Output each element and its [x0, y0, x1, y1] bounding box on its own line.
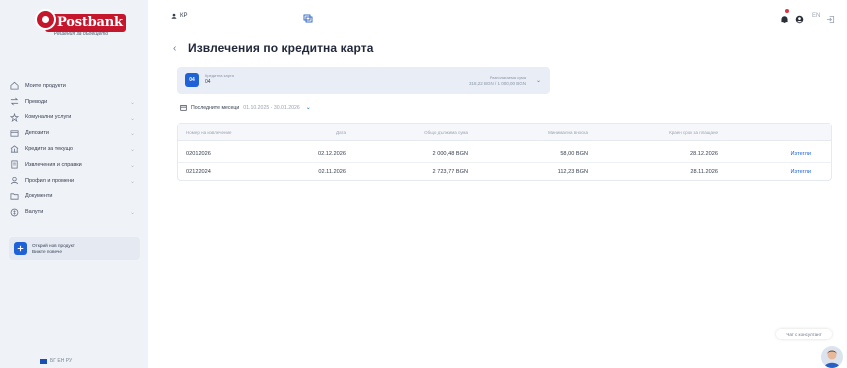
card-icon: 04	[185, 73, 199, 87]
download-link[interactable]: Изтегли	[790, 145, 811, 162]
sidebar-item-label: Извлечения и справки	[25, 161, 82, 168]
column-header: Общо дължима сума	[424, 129, 468, 135]
credit-icon	[9, 144, 20, 155]
column-header: Дата	[336, 129, 346, 135]
sidebar-item-transfers[interactable]: Преводи ⌄	[9, 94, 141, 110]
chevron-down-icon: ⌄	[129, 162, 135, 169]
home-icon	[9, 80, 20, 91]
flag-icon	[40, 358, 47, 364]
switch-profile-button[interactable]	[303, 10, 313, 28]
utility-icon	[9, 112, 20, 123]
account-icon	[795, 15, 804, 24]
table-row[interactable]: 02012026 02.12.2026 2 000,48 BGN 58,00 B…	[178, 145, 831, 163]
sidebar-item-label: Моите продукти	[25, 82, 66, 89]
logo-mark-icon	[35, 9, 56, 30]
period-filter[interactable]: Последните месеци 01.10.2025 - 30.01.202…	[180, 104, 311, 111]
notifications-button[interactable]	[780, 11, 789, 29]
sidebar-nav: Моите продукти Преводи ⌄ Комунални услуг…	[9, 78, 141, 220]
chat-avatar[interactable]	[821, 346, 843, 368]
chevron-down-icon: ⌄	[129, 131, 135, 138]
language-footer[interactable]: БГ ЕН РУ	[40, 358, 72, 364]
sidebar-item-statements[interactable]: Извлечения и справки ⌄	[9, 157, 141, 173]
sidebar-item-utilities[interactable]: Комунални услуги ⌄	[9, 110, 141, 126]
statements-table: Номер на извлечение Дата Общо дължима су…	[177, 123, 832, 181]
chevron-down-icon: ⌄	[129, 147, 135, 154]
total-due: 2 723,77 BGN	[432, 169, 468, 175]
sidebar-item-profile[interactable]: Профил и промени ⌄	[9, 173, 141, 189]
bell-icon	[781, 16, 788, 24]
chevron-down-icon: ⌄	[305, 105, 311, 111]
sidebar-item-credits[interactable]: Кредити за текущо ⌄	[9, 141, 141, 157]
switch-icon	[303, 14, 313, 23]
sidebar-item-label: Депозити	[25, 130, 49, 137]
chevron-down-icon: ⌄	[535, 78, 541, 84]
column-header: Краен срок за плащане	[669, 129, 718, 135]
sidebar-item-currency[interactable]: Валути ⌄	[9, 204, 141, 220]
column-header: Номер на извлечение	[186, 129, 232, 135]
card-label: Кредитна карта	[205, 73, 234, 78]
minimum-payment: 58,00 BGN	[560, 150, 588, 157]
due-date: 28.12.2026	[690, 150, 718, 157]
logout-icon	[826, 15, 835, 24]
notification-badge	[785, 9, 789, 13]
logo-tagline: Решения за бъдещето	[53, 31, 109, 37]
transfer-icon	[9, 96, 20, 107]
chat-prompt[interactable]: Чат с консултант	[776, 329, 832, 339]
card-selector[interactable]: 04 Кредитна карта 04 Разполагаема сума 3…	[177, 67, 550, 94]
sidebar-item-label: Кредити за текущо	[25, 146, 73, 153]
period-label: Последните месеци	[191, 104, 240, 111]
page-title: Извлечения по кредитна карта	[188, 41, 374, 55]
logout-button[interactable]	[826, 11, 835, 29]
balance-value: 318,22 BGN / 1 000,00 BGN	[468, 81, 526, 86]
sidebar-item-label: Валути	[25, 209, 44, 216]
back-button[interactable]: ‹	[173, 43, 176, 54]
sidebar-item-label: Преводи	[25, 98, 48, 105]
chevron-down-icon: ⌄	[129, 115, 135, 122]
sidebar: Postbank Решения за бъдещето Моите проду…	[0, 0, 148, 368]
footer-text: БГ ЕН РУ	[50, 358, 73, 364]
minimum-payment: 112,23 BGN	[557, 169, 588, 175]
chevron-down-icon: ⌄	[129, 178, 135, 185]
sidebar-item-label: Профил и промени	[25, 177, 75, 184]
plus-icon	[14, 242, 27, 255]
sidebar-item-label: Документи	[25, 193, 53, 200]
deposit-icon	[9, 128, 20, 139]
chevron-down-icon: ⌄	[129, 210, 135, 217]
sidebar-item-my-products[interactable]: Моите продукти	[9, 78, 141, 94]
table-row[interactable]: 02122024 02.11.2026 2 723,77 BGN 112,23 …	[178, 163, 831, 181]
card-value: 04	[205, 79, 211, 85]
period-dates: 01.10.2025 - 30.01.2026	[243, 104, 300, 111]
promo-line-2: Вижте повече	[32, 248, 62, 254]
account-button[interactable]	[795, 11, 804, 29]
promo-text: Открий нов продукт Вижте повече	[32, 243, 75, 255]
due-date: 28.11.2026	[690, 169, 718, 175]
statement-date: 02.12.2026	[318, 150, 346, 157]
sidebar-item-label: Комунални услуги	[25, 114, 72, 121]
document-icon	[9, 191, 20, 202]
table-header: Номер на извлечение Дата Общо дължима су…	[178, 124, 831, 141]
user-initials: КР	[180, 13, 188, 19]
chevron-down-icon: ⌄	[129, 99, 135, 106]
promo-line-1: Открий нов продукт	[32, 242, 75, 248]
calendar-icon	[180, 105, 187, 111]
currency-icon	[9, 207, 20, 218]
language-switch[interactable]: EN	[812, 13, 820, 19]
statement-number: 02012026	[186, 150, 211, 157]
statement-icon	[9, 159, 20, 170]
balance-label: Разполагаема сума	[489, 75, 526, 80]
logo-text: Postbank	[57, 15, 123, 30]
total-due: 2 000,48 BGN	[432, 150, 468, 157]
user-menu[interactable]: КР	[171, 13, 188, 19]
user-icon	[171, 13, 177, 19]
download-link[interactable]: Изтегли	[790, 163, 811, 181]
column-header: Минимална вноска	[548, 129, 588, 135]
promo-banner[interactable]: Открий нов продукт Вижте повече	[9, 237, 140, 260]
sidebar-item-deposits[interactable]: Депозити ⌄	[9, 125, 141, 141]
statement-number: 02122024	[186, 169, 211, 175]
statement-date: 02.11.2026	[318, 169, 346, 175]
profile-icon	[9, 175, 20, 186]
sidebar-item-documents[interactable]: Документи	[9, 189, 141, 205]
assistant-avatar-icon	[824, 350, 840, 368]
